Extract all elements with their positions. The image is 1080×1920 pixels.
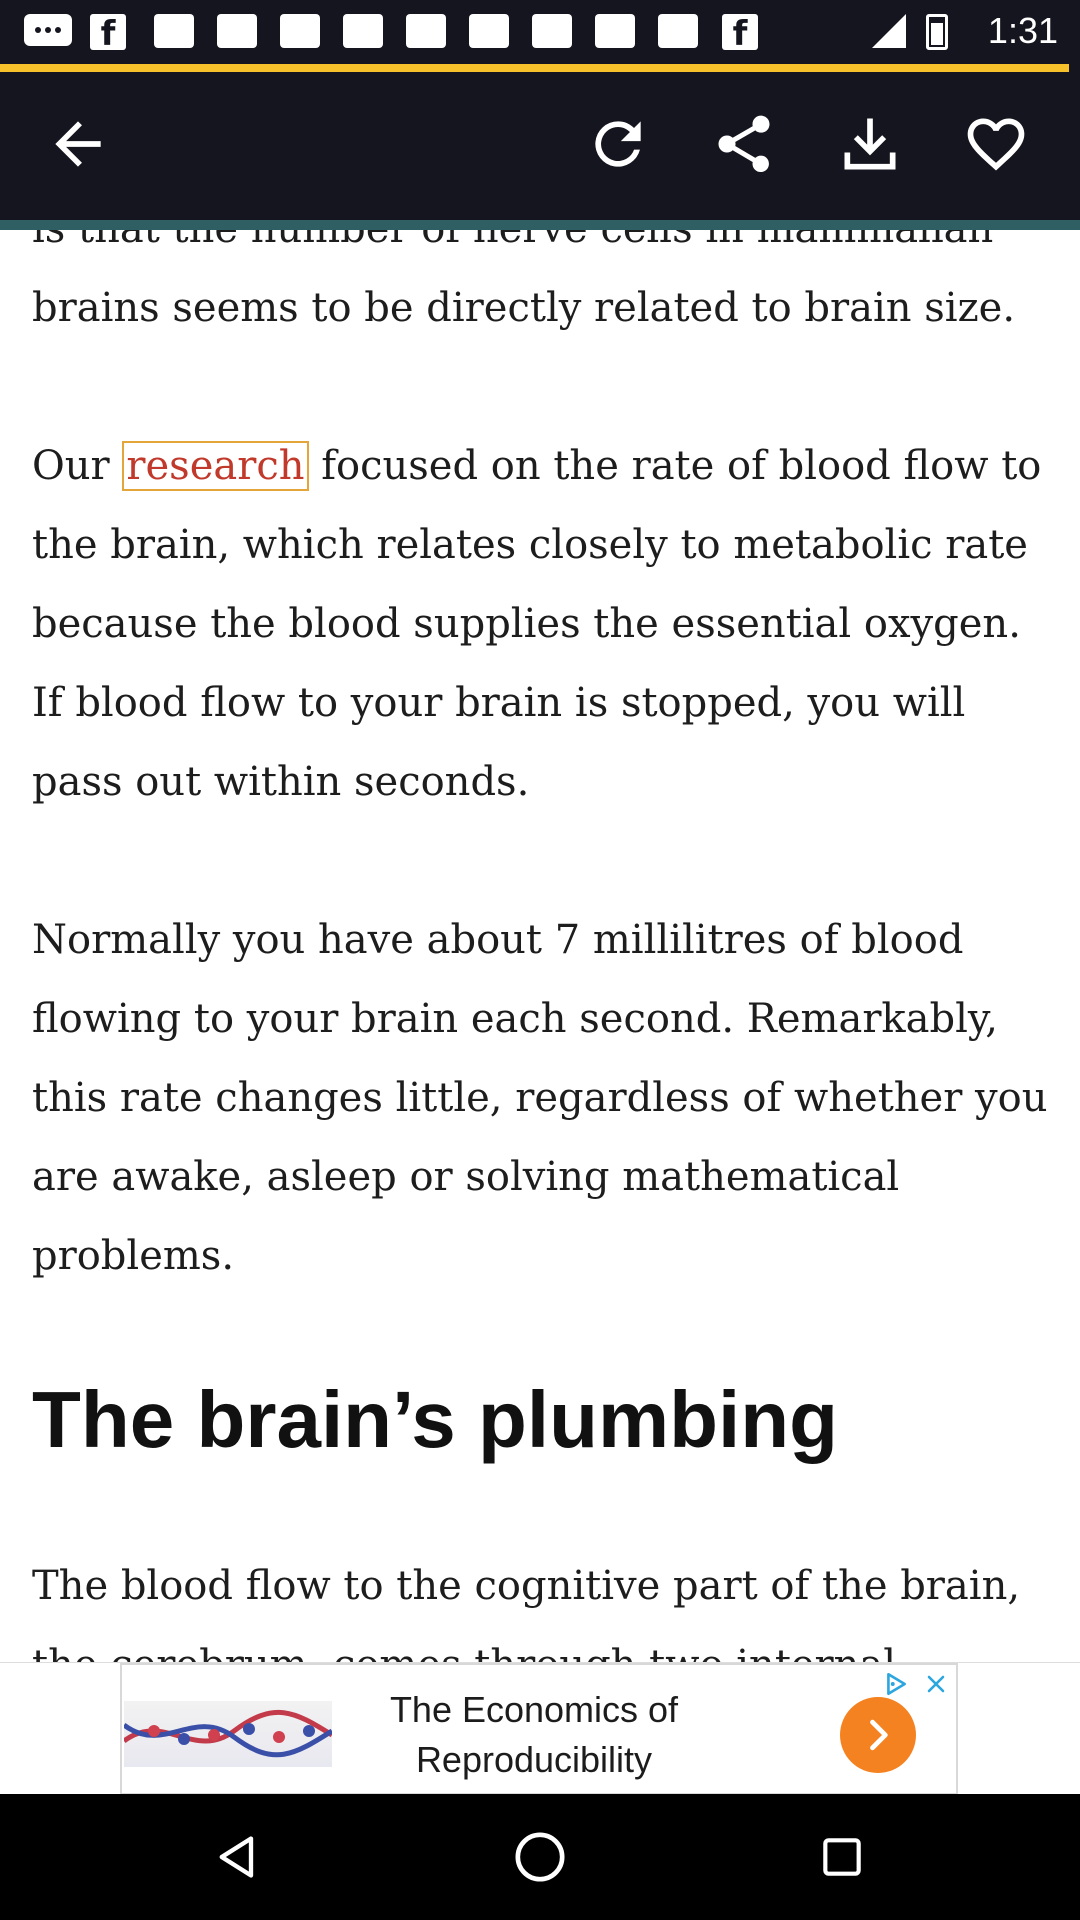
toolbar-accent-bar: [0, 220, 1080, 230]
paragraph: is that the number of nerve cells in mam…: [32, 230, 1052, 348]
chat-icon: [24, 14, 72, 46]
chevron-right-icon: [870, 1719, 888, 1751]
clock: 1:31: [987, 10, 1058, 51]
status-bar: f f 1:31: [0, 0, 1080, 66]
paragraph-text: focused on the rate of blood flow to the…: [32, 443, 1042, 805]
notification-icon: [595, 14, 635, 48]
heart-icon: [967, 118, 1025, 171]
refresh-icon: [595, 121, 641, 167]
paragraph: The blood flow to the cognitive part of …: [32, 1547, 1052, 1662]
back-triangle-icon: [219, 1836, 254, 1878]
ad-image[interactable]: [124, 1701, 332, 1767]
back-button[interactable]: [30, 96, 126, 192]
ad-choices-icon: [887, 1672, 906, 1696]
partial-line: is that the number of nerve cells in mam…: [32, 230, 993, 252]
dna-helix-image: [124, 1709, 332, 1758]
notification-icon: [343, 14, 383, 48]
partial-line: the cerebrum, comes through two internal…: [32, 1642, 896, 1662]
ad-card[interactable]: The Economics of Reproducibility: [120, 1663, 958, 1795]
paragraph-text: The blood flow to the cognitive part of …: [32, 1563, 1021, 1609]
paragraph-text: Our: [32, 443, 123, 489]
notification-icon: [217, 14, 257, 48]
back-arrow-icon: [55, 121, 101, 167]
download-button[interactable]: [822, 96, 918, 192]
ad-choices-button[interactable]: [878, 1667, 914, 1701]
system-navigation-bar: [0, 1794, 1080, 1920]
ad-banner: The Economics of Reproducibility: [0, 1662, 1080, 1795]
share-button[interactable]: [696, 96, 792, 192]
browser-toolbar: [0, 72, 1080, 220]
ad-title[interactable]: The Economics of Reproducibility: [354, 1685, 714, 1785]
notification-icon: [658, 14, 698, 48]
download-icon: [844, 118, 896, 170]
refresh-button[interactable]: [570, 96, 666, 192]
article-content[interactable]: is that the number of nerve cells in mam…: [0, 230, 1080, 1662]
section-heading: The brain’s plumbing: [32, 1375, 838, 1464]
facebook-icon: f: [90, 14, 126, 50]
signal-icon: [872, 14, 906, 48]
nav-back-button[interactable]: [198, 1817, 278, 1897]
notification-icon: [280, 14, 320, 48]
notification-icon: [154, 14, 194, 48]
nav-home-button[interactable]: [500, 1817, 580, 1897]
paragraph: Our research focused on the rate of bloo…: [32, 427, 1052, 822]
ad-cta-button[interactable]: [840, 1697, 916, 1773]
home-circle-icon: [515, 1832, 565, 1882]
notification-icon: [532, 14, 572, 48]
favorite-button[interactable]: [948, 96, 1044, 192]
research-link[interactable]: research: [122, 441, 309, 491]
notification-icon: [469, 14, 509, 48]
facebook-icon: f: [722, 14, 758, 50]
nav-recents-button[interactable]: [802, 1817, 882, 1897]
recents-square-icon: [823, 1838, 861, 1876]
notification-icon: [406, 14, 446, 48]
ad-close-button[interactable]: [918, 1667, 954, 1701]
battery-icon: [926, 14, 948, 50]
paragraph: Normally you have about 7 millilitres of…: [32, 917, 1048, 1279]
page-load-progress: [0, 64, 1080, 72]
progress-fill: [0, 64, 1070, 72]
paragraph-text: brains seems to be directly related to b…: [32, 285, 1016, 331]
close-icon: [927, 1675, 945, 1693]
share-icon: [718, 115, 770, 173]
